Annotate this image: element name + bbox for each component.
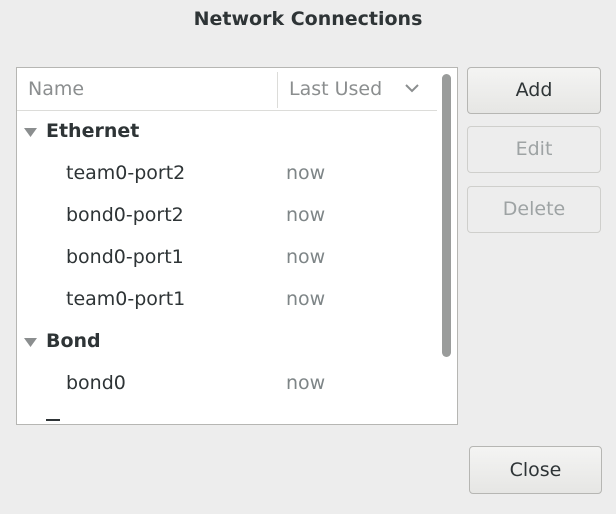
list-header: Name Last Used: [17, 68, 437, 111]
add-button[interactable]: Add: [467, 67, 601, 114]
clipped-group-row: [46, 418, 60, 422]
connection-name: bond0-port2: [66, 204, 184, 226]
connection-last-used: now: [286, 204, 326, 226]
list-item[interactable]: team0-port2 now: [17, 153, 437, 195]
list-item[interactable]: bond0-port1 now: [17, 237, 437, 279]
connection-name: team0-port2: [66, 162, 186, 184]
group-label: Bond: [46, 330, 101, 352]
column-header-name[interactable]: Name: [28, 78, 84, 100]
list-rows: Ethernet team0-port2 now bond0-port2 now…: [17, 111, 437, 405]
connection-last-used: now: [286, 372, 326, 394]
title-bar: Network Connections: [0, 0, 616, 42]
connection-name: bond0-port1: [66, 246, 184, 268]
chevron-down-icon[interactable]: [405, 83, 419, 93]
edit-button[interactable]: Edit: [467, 126, 601, 173]
delete-button[interactable]: Delete: [467, 186, 601, 233]
list-item[interactable]: bond0 now: [17, 363, 437, 405]
scrollbar-thumb[interactable]: [442, 74, 451, 357]
connection-name: team0-port1: [66, 288, 186, 310]
group-label: Ethernet: [46, 120, 140, 142]
column-separator: [277, 72, 278, 108]
list-item[interactable]: bond0-port2 now: [17, 195, 437, 237]
connection-last-used: now: [286, 246, 326, 268]
list-item[interactable]: team0-port1 now: [17, 279, 437, 321]
triangle-down-icon[interactable]: [24, 128, 37, 137]
group-row-bond[interactable]: Bond: [17, 321, 437, 363]
connection-name: bond0: [66, 372, 126, 394]
triangle-down-icon[interactable]: [24, 338, 37, 347]
window-title: Network Connections: [193, 8, 423, 30]
connection-last-used: now: [286, 288, 326, 310]
column-header-last-used[interactable]: Last Used: [289, 78, 382, 100]
connections-list[interactable]: Name Last Used Ethernet team0-port2 now …: [16, 67, 458, 425]
close-button[interactable]: Close: [469, 446, 602, 494]
group-row-ethernet[interactable]: Ethernet: [17, 111, 437, 153]
connection-last-used: now: [286, 162, 326, 184]
